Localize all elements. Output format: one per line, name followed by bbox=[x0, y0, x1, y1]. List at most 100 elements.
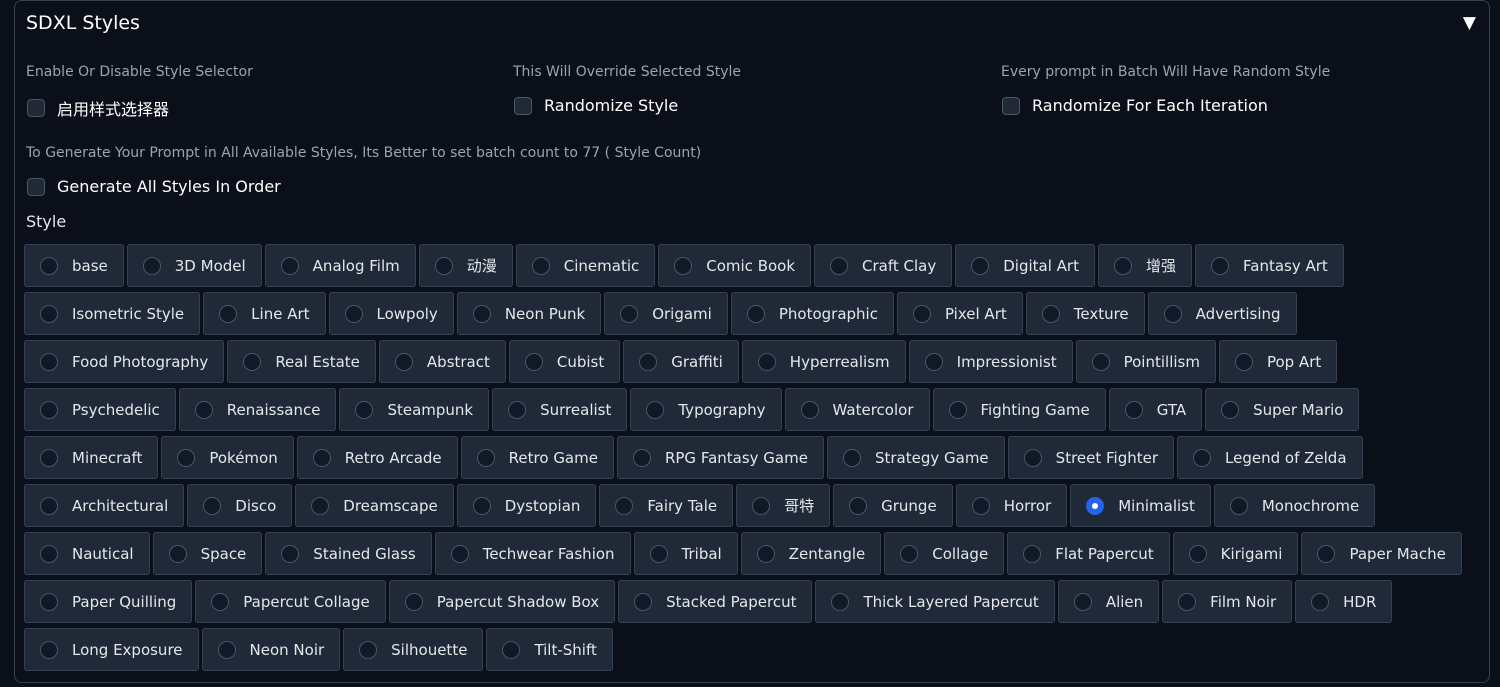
radio-button[interactable] bbox=[394, 352, 413, 371]
radio-button[interactable] bbox=[800, 400, 819, 419]
radio-button[interactable] bbox=[281, 544, 300, 563]
radio-button[interactable] bbox=[632, 448, 651, 467]
radio-button[interactable] bbox=[40, 256, 58, 275]
radio-button[interactable] bbox=[639, 352, 658, 371]
style-option[interactable]: GTA bbox=[1108, 388, 1203, 431]
radio-button[interactable] bbox=[1234, 352, 1253, 371]
style-option[interactable]: 3D Model bbox=[126, 244, 262, 287]
radio-button[interactable] bbox=[1193, 448, 1212, 467]
style-option[interactable]: 哥特 bbox=[736, 484, 831, 527]
generate-all-checkbox[interactable] bbox=[27, 177, 45, 196]
style-option[interactable]: Cinematic bbox=[515, 244, 656, 287]
style-option[interactable]: Pointillism bbox=[1075, 340, 1216, 383]
radio-button[interactable] bbox=[1311, 592, 1330, 611]
radio-button[interactable] bbox=[472, 496, 491, 515]
radio-button[interactable] bbox=[646, 400, 665, 419]
radio-button[interactable] bbox=[757, 352, 776, 371]
radio-button[interactable] bbox=[1188, 544, 1207, 563]
style-option[interactable]: Digital Art bbox=[955, 244, 1095, 287]
style-option[interactable]: Disco bbox=[187, 484, 293, 527]
style-option[interactable]: Kirigami bbox=[1172, 532, 1299, 575]
style-option[interactable]: Typography bbox=[630, 388, 782, 431]
radio-button[interactable] bbox=[1086, 496, 1105, 515]
style-option[interactable]: Zentangle bbox=[740, 532, 882, 575]
style-option[interactable]: Real Estate bbox=[227, 340, 376, 383]
radio-button[interactable] bbox=[674, 256, 693, 275]
style-option[interactable]: Line Art bbox=[203, 292, 326, 335]
style-option[interactable]: Impressionist bbox=[908, 340, 1073, 383]
style-option[interactable]: Retro Arcade bbox=[296, 436, 458, 479]
randomize-style-checkbox-row[interactable]: Randomize Style bbox=[514, 96, 678, 115]
radio-button[interactable] bbox=[531, 256, 550, 275]
randomize-each-checkbox[interactable] bbox=[1002, 96, 1020, 115]
style-option[interactable]: Hyperrealism bbox=[741, 340, 906, 383]
radio-button[interactable] bbox=[472, 304, 491, 323]
style-option[interactable]: Techwear Fashion bbox=[434, 532, 631, 575]
radio-button[interactable] bbox=[450, 544, 469, 563]
radio-button[interactable] bbox=[948, 400, 967, 419]
style-option[interactable]: Psychedelic bbox=[24, 388, 176, 431]
style-option[interactable]: Photographic bbox=[730, 292, 894, 335]
style-option[interactable]: Film Noir bbox=[1162, 580, 1293, 623]
style-option[interactable]: Steampunk bbox=[339, 388, 490, 431]
radio-button[interactable] bbox=[40, 592, 58, 611]
style-option[interactable]: Watercolor bbox=[784, 388, 930, 431]
style-option[interactable]: Super Mario bbox=[1205, 388, 1360, 431]
style-option[interactable]: Monochrome bbox=[1213, 484, 1376, 527]
style-option[interactable]: Tilt-Shift bbox=[486, 628, 613, 671]
radio-button[interactable] bbox=[1163, 304, 1182, 323]
radio-button[interactable] bbox=[40, 400, 58, 419]
radio-button[interactable] bbox=[40, 544, 58, 563]
style-option[interactable]: Papercut Collage bbox=[195, 580, 386, 623]
style-option[interactable]: Cubist bbox=[508, 340, 621, 383]
generate-all-checkbox-row[interactable]: Generate All Styles In Order bbox=[27, 177, 281, 196]
style-option[interactable]: Pokémon bbox=[161, 436, 294, 479]
style-option[interactable]: Grunge bbox=[833, 484, 953, 527]
style-option[interactable]: 动漫 bbox=[418, 244, 513, 287]
style-option[interactable]: Advertising bbox=[1147, 292, 1297, 335]
style-option[interactable]: Neon Punk bbox=[456, 292, 602, 335]
style-option[interactable]: Collage bbox=[884, 532, 1005, 575]
style-option[interactable]: Thick Layered Papercut bbox=[815, 580, 1055, 623]
radio-button[interactable] bbox=[1317, 544, 1336, 563]
radio-button[interactable] bbox=[1178, 592, 1197, 611]
style-option[interactable]: HDR bbox=[1295, 580, 1393, 623]
style-option[interactable]: Pop Art bbox=[1218, 340, 1338, 383]
radio-button[interactable] bbox=[312, 448, 331, 467]
style-option[interactable]: Flat Papercut bbox=[1007, 532, 1170, 575]
radio-button[interactable] bbox=[168, 544, 187, 563]
radio-button[interactable] bbox=[217, 640, 236, 659]
radio-button[interactable] bbox=[746, 304, 765, 323]
enable-style-checkbox-row[interactable]: 启用样式选择器 bbox=[27, 96, 169, 120]
radio-button[interactable] bbox=[508, 400, 527, 419]
radio-button[interactable] bbox=[311, 496, 330, 515]
radio-button[interactable] bbox=[620, 304, 639, 323]
style-option[interactable]: Tribal bbox=[633, 532, 738, 575]
radio-button[interactable] bbox=[243, 352, 262, 371]
radio-button[interactable] bbox=[900, 544, 919, 563]
enable-style-checkbox[interactable] bbox=[27, 99, 45, 117]
style-option[interactable]: Comic Book bbox=[658, 244, 812, 287]
radio-button[interactable] bbox=[203, 496, 222, 515]
radio-button[interactable] bbox=[142, 256, 161, 275]
radio-button[interactable] bbox=[1041, 304, 1060, 323]
radio-button[interactable] bbox=[40, 448, 58, 467]
radio-button[interactable] bbox=[476, 448, 495, 467]
radio-button[interactable] bbox=[849, 496, 868, 515]
radio-button[interactable] bbox=[831, 592, 850, 611]
radio-button[interactable] bbox=[344, 304, 363, 323]
radio-button[interactable] bbox=[1221, 400, 1240, 419]
randomize-each-checkbox-row[interactable]: Randomize For Each Iteration bbox=[1002, 96, 1268, 115]
style-option[interactable]: Horror bbox=[955, 484, 1068, 527]
style-option[interactable]: Dreamscape bbox=[295, 484, 454, 527]
style-option[interactable]: Renaissance bbox=[178, 388, 337, 431]
style-option[interactable]: Papercut Shadow Box bbox=[388, 580, 616, 623]
style-option[interactable]: Lowpoly bbox=[328, 292, 454, 335]
style-option[interactable]: base bbox=[24, 244, 124, 287]
style-option[interactable]: Origami bbox=[604, 292, 728, 335]
style-option[interactable]: Food Photography bbox=[24, 340, 225, 383]
style-option[interactable]: 增强 bbox=[1097, 244, 1192, 287]
radio-button[interactable] bbox=[1023, 448, 1042, 467]
radio-button[interactable] bbox=[524, 352, 543, 371]
radio-button[interactable] bbox=[615, 496, 634, 515]
